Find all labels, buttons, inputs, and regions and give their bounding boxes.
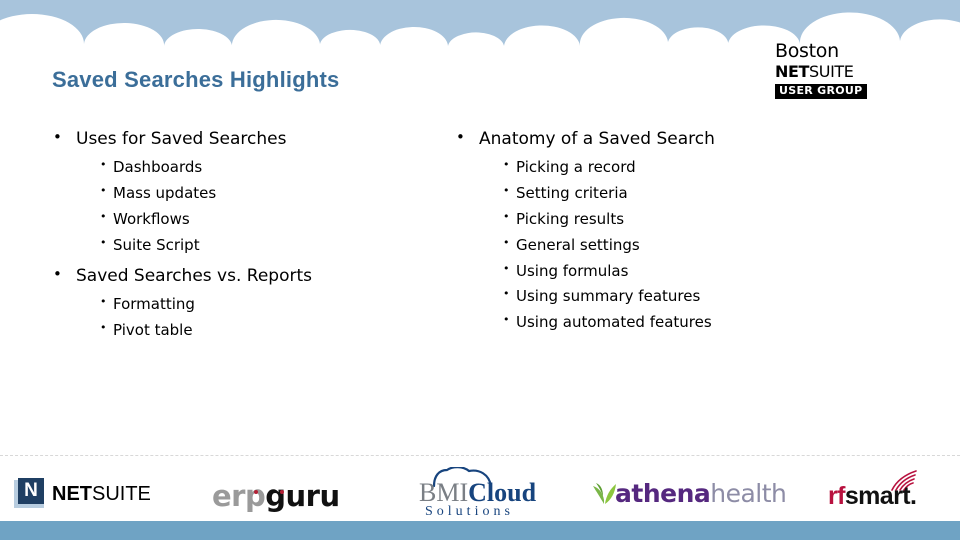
erpguru-erp-text: erp <box>212 479 266 513</box>
list-item-label: Uses for Saved Searches <box>76 129 287 149</box>
bullet-marker-icon: • <box>100 209 107 223</box>
bullet-marker-icon: • <box>503 235 510 249</box>
rfsmart-smart-text: smart. <box>844 482 917 510</box>
bullet-marker-icon: • <box>100 184 107 198</box>
footer-divider <box>0 455 960 456</box>
logo-line-boston: Boston <box>775 40 839 62</box>
list-item-label: Setting criteria <box>516 184 628 203</box>
footer-bar <box>0 521 960 540</box>
list-item: • Setting criteria <box>479 181 867 207</box>
bmicloud-cloud-text: Cloud <box>468 478 537 507</box>
logo-line-netsuite: NETSUITE <box>775 61 867 81</box>
list-item-label: Using automated features <box>516 313 712 332</box>
list-item: • Pivot table <box>76 318 444 344</box>
logo-net-text: NET <box>775 61 810 81</box>
list-item-label: Picking a record <box>516 158 636 177</box>
list-item: • Anatomy of a Saved Search • Picking a … <box>447 126 867 336</box>
list-item-label: Pivot table <box>113 320 193 339</box>
netsuite-net-text: NET <box>52 483 92 505</box>
sub-bullet-list: • Formatting • Pivot table <box>76 292 444 344</box>
list-item-label: Picking results <box>516 209 625 228</box>
health-text: health <box>710 479 787 508</box>
bullet-marker-icon: • <box>100 235 107 249</box>
list-item: • Dashboards <box>76 155 444 181</box>
netsuite-suite-text: SUITE <box>92 483 151 505</box>
list-item-label: Mass updates <box>113 184 217 203</box>
page-title: Saved Searches Highlights <box>52 67 340 92</box>
list-item: • Workflows <box>76 207 444 233</box>
rfsmart-wordmark: rfsmart. <box>828 482 917 511</box>
list-item-label: Saved Searches vs. Reports <box>76 265 312 286</box>
list-item-label: General settings <box>516 235 640 254</box>
bullet-marker-icon: • <box>503 261 510 275</box>
rfsmart-logo: rfsmart. <box>828 465 958 520</box>
list-item: • Saved Searches vs. Reports • Formattin… <box>44 263 444 344</box>
list-item-label: Anatomy of a Saved Search <box>479 129 715 149</box>
list-item-label: Using summary features <box>516 287 701 306</box>
list-item-label: Formatting <box>113 294 195 313</box>
bullet-marker-icon: • <box>100 158 107 172</box>
athenahealth-wordmark: athenahealth <box>615 479 787 508</box>
netsuite-wordmark: NETSUITE <box>52 483 151 506</box>
bmicloud-bmi-text: BMI <box>419 478 469 507</box>
content-column-right: • Anatomy of a Saved Search • Picking a … <box>447 126 867 340</box>
netsuite-mark-icon: N <box>14 478 44 508</box>
list-item: • Using summary features <box>479 284 867 310</box>
erpguru-logo: erpguru <box>212 465 372 520</box>
bullet-marker-icon: • <box>53 128 62 146</box>
logo-user-group-badge: USER GROUP <box>775 84 867 100</box>
sub-bullet-list: • Dashboards • Mass updates • Workflows … <box>76 155 444 258</box>
list-item-label: Suite Script <box>113 235 200 254</box>
boston-netsuite-user-group-logo: Boston NETSUITE USER GROUP <box>775 40 867 100</box>
netsuite-logo: N NETSUITE <box>14 465 194 520</box>
bullet-marker-icon: • <box>503 313 510 327</box>
bullet-marker-icon: • <box>100 294 107 308</box>
bullet-marker-icon: • <box>503 209 510 223</box>
bullet-marker-icon: • <box>100 320 107 334</box>
bullet-marker-icon: • <box>503 184 510 198</box>
erpguru-dot-icon <box>254 490 258 494</box>
erpguru-guru-text: guru <box>265 479 340 513</box>
bullet-marker-icon: • <box>503 287 510 301</box>
bullet-list-right: • Anatomy of a Saved Search • Picking a … <box>447 126 867 336</box>
list-item-label: Workflows <box>113 209 190 228</box>
logo-suite-text: SUITE <box>809 61 854 81</box>
list-item: • Picking results <box>479 207 867 233</box>
bmicloud-logo: BMICloud Solutions <box>415 465 595 520</box>
list-item: • Uses for Saved Searches • Dashboards •… <box>44 126 444 259</box>
athena-text: athena <box>615 479 711 508</box>
list-item: • Mass updates <box>76 181 444 207</box>
bullet-marker-icon: • <box>53 264 62 283</box>
rfsmart-rf-text: rf <box>828 482 845 510</box>
list-item: • Using formulas <box>479 259 867 285</box>
bullet-marker-icon: • <box>456 128 465 146</box>
bmicloud-solutions-text: Solutions <box>425 504 514 519</box>
erpguru-dot-icon <box>280 490 284 494</box>
erpguru-wordmark: erpguru <box>212 479 340 513</box>
slide: Saved Searches Highlights Boston NETSUIT… <box>0 0 960 540</box>
bullet-list-left: • Uses for Saved Searches • Dashboards •… <box>44 126 444 343</box>
netsuite-n-glyph: N <box>18 478 44 504</box>
list-item: • Using automated features <box>479 310 867 336</box>
list-item: • Formatting <box>76 292 444 318</box>
list-item: • Suite Script <box>76 233 444 259</box>
bullet-marker-icon: • <box>503 158 510 172</box>
list-item-label: Dashboards <box>113 158 203 177</box>
list-item: • Picking a record <box>479 155 867 181</box>
sponsor-logo-strip: N NETSUITE erpguru BMICloud Solutions at… <box>0 465 960 520</box>
sub-bullet-list: • Picking a record • Setting criteria • … <box>479 155 867 336</box>
list-item-label: Using formulas <box>516 261 629 280</box>
leaf-icon <box>593 483 616 504</box>
content-column-left: • Uses for Saved Searches • Dashboards •… <box>44 126 444 347</box>
athenahealth-logo: athenahealth <box>590 465 800 520</box>
list-item: • General settings <box>479 233 867 259</box>
